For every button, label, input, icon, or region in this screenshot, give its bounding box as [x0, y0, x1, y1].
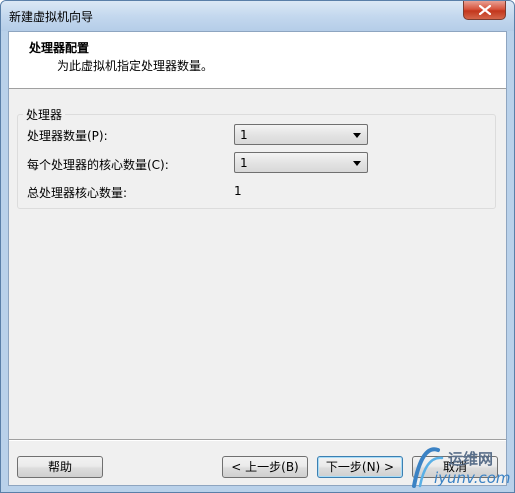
cores-per-processor-select[interactable]: 1 — [234, 152, 368, 173]
close-button[interactable] — [463, 1, 506, 20]
back-button[interactable]: < 上一步(B) — [222, 456, 308, 478]
help-button[interactable]: 帮助 — [17, 456, 103, 478]
processor-count-label: 处理器数量(P): — [27, 129, 108, 143]
cores-per-processor-value: 1 — [240, 156, 248, 170]
dialog-body: 处理器配置 为此虚拟机指定处理器数量。 处理器 处理器数量(P): 1 每个处理… — [8, 31, 507, 486]
page-title: 处理器配置 — [29, 41, 90, 55]
processor-count-value: 1 — [240, 128, 248, 142]
title-bar[interactable]: 新建虚拟机向导 — [1, 1, 514, 31]
watermark-text-bottom: iyunv.com — [434, 469, 511, 487]
close-icon — [479, 5, 491, 15]
chevron-down-icon — [353, 133, 361, 138]
wizard-header: 处理器配置 为此虚拟机指定处理器数量。 — [9, 32, 506, 89]
footer-divider — [9, 439, 506, 441]
processor-group-label: 处理器 — [23, 106, 66, 123]
window-title: 新建虚拟机向导 — [9, 10, 94, 24]
cores-per-processor-label: 每个处理器的核心数量(C): — [27, 158, 169, 172]
total-cores-value: 1 — [234, 184, 242, 198]
next-button[interactable]: 下一步(N) > — [317, 456, 403, 478]
watermark: 运维网 iyunv.com — [408, 442, 513, 492]
processor-count-select[interactable]: 1 — [234, 124, 368, 145]
wizard-window: 新建虚拟机向导 处理器配置 为此虚拟机指定处理器数量。 处理器 处理器数量(P)… — [0, 0, 515, 493]
total-cores-label: 总处理器核心数量: — [27, 186, 128, 200]
chevron-down-icon — [353, 161, 361, 166]
watermark-text-top: 运维网 — [448, 450, 494, 468]
page-subtitle: 为此虚拟机指定处理器数量。 — [57, 59, 214, 73]
